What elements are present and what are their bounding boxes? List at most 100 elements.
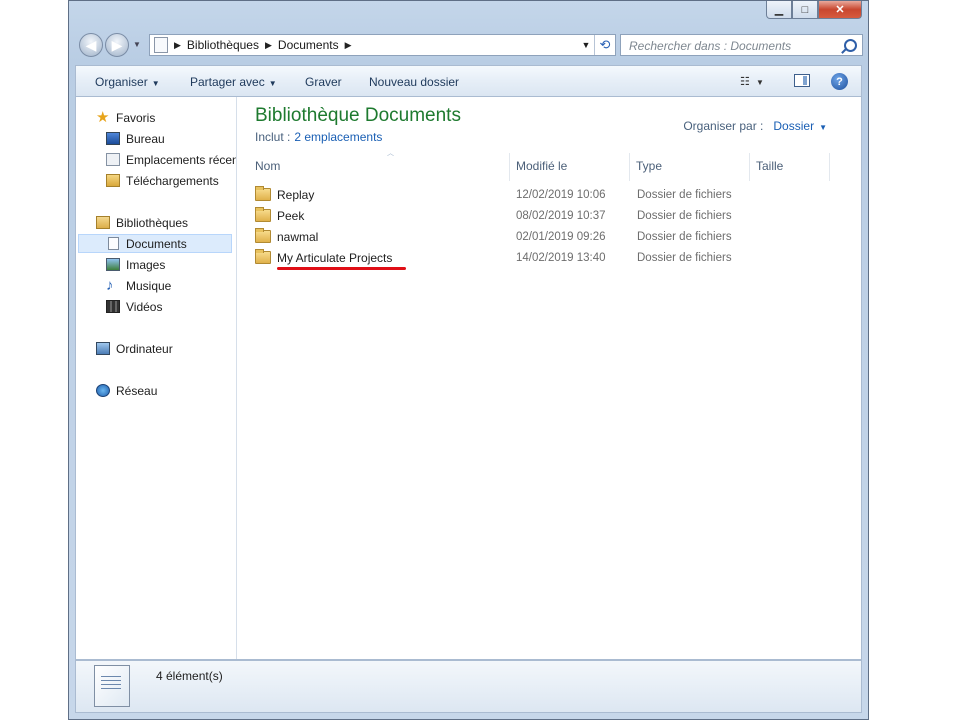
- new-folder-button[interactable]: Nouveau dossier: [369, 75, 459, 89]
- refresh-icon: ⟲: [599, 37, 611, 52]
- chevron-right-icon[interactable]: ▶: [345, 40, 352, 51]
- file-type: Dossier de fichiers: [637, 231, 732, 243]
- file-type: Dossier de fichiers: [637, 252, 732, 264]
- chevron-down-icon: ▼: [151, 79, 160, 88]
- sidebar-item-computer[interactable]: Ordinateur: [96, 339, 173, 358]
- sidebar-item-music[interactable]: ♪ Musique: [106, 276, 171, 295]
- sidebar-item-label: Images: [126, 257, 166, 272]
- recent-pages-dropdown[interactable]: ▼: [133, 40, 141, 49]
- sidebar-item-label: Emplacements récents: [126, 152, 237, 167]
- chevron-right-icon[interactable]: ▶: [265, 40, 272, 51]
- file-modified: 12/02/2019 10:06: [516, 189, 606, 201]
- file-modified: 08/02/2019 10:37: [516, 210, 606, 222]
- sort-ascending-icon: ︿: [387, 150, 394, 157]
- column-header-name[interactable]: ︿ Nom: [249, 150, 510, 181]
- share-label: Partager avec: [190, 75, 265, 89]
- column-header-label: Nom: [255, 159, 281, 173]
- arrow-right-icon: ▶: [111, 36, 123, 53]
- file-type: Dossier de fichiers: [637, 210, 732, 222]
- arrow-left-icon: ◀: [85, 36, 97, 53]
- folder-icon: [255, 207, 271, 222]
- refresh-button[interactable]: ⟲: [594, 35, 615, 55]
- sidebar-item-label: Documents: [126, 236, 187, 251]
- chevron-right-icon[interactable]: ▶: [174, 40, 181, 51]
- window-controls: ▁ □ ✕: [766, 1, 862, 19]
- includes-label: Inclut :: [255, 130, 291, 144]
- burn-button[interactable]: Graver: [305, 75, 342, 89]
- file-row[interactable]: nawmal 02/01/2019 09:26 Dossier de fichi…: [249, 227, 749, 247]
- sidebar-item-favorites[interactable]: ★ Favoris: [96, 108, 155, 127]
- chevron-down-icon: ▼: [756, 78, 764, 87]
- recent-places-icon: [106, 153, 120, 166]
- sidebar-item-downloads[interactable]: Téléchargements: [106, 171, 219, 190]
- close-button[interactable]: ✕: [818, 1, 862, 19]
- sidebar-item-desktop[interactable]: Bureau: [106, 129, 165, 148]
- list-view-icon: ☷: [740, 76, 750, 88]
- document-icon: [108, 237, 119, 250]
- library-includes: Inclut :2 emplacements: [255, 130, 382, 144]
- sidebar-item-network[interactable]: Réseau: [96, 381, 157, 400]
- search-icon[interactable]: [844, 39, 857, 52]
- sidebar-item-documents[interactable]: Documents: [78, 234, 232, 253]
- sidebar-item-label: Bibliothèques: [116, 215, 189, 230]
- sidebar-item-recent-places[interactable]: Emplacements récents: [106, 150, 237, 169]
- minimize-button[interactable]: ▁: [766, 1, 792, 19]
- search-input[interactable]: Rechercher dans : Documents: [620, 34, 863, 56]
- sidebar-item-label: Favoris: [116, 110, 156, 125]
- music-note-icon: ♪: [106, 277, 114, 294]
- address-bar[interactable]: ▶ Bibliothèques ▶ Documents ▶ ▼ ⟲: [149, 34, 616, 56]
- computer-icon: [96, 342, 110, 355]
- sidebar-item-label: Musique: [126, 278, 172, 293]
- share-button[interactable]: Partager avec ▼: [190, 75, 277, 89]
- file-row[interactable]: Peek 08/02/2019 10:37 Dossier de fichier…: [249, 206, 749, 226]
- address-dropdown-button[interactable]: ▼: [578, 40, 594, 50]
- pictures-icon: [106, 258, 120, 271]
- organize-button[interactable]: Organiser ▼: [95, 75, 160, 89]
- sidebar-item-libraries[interactable]: Bibliothèques: [96, 213, 188, 232]
- sidebar-item-videos[interactable]: Vidéos: [106, 297, 162, 316]
- column-header-size[interactable]: Taille: [750, 153, 830, 181]
- arrange-by-label: Organiser par :: [683, 119, 764, 133]
- content-area: ★ Favoris Bureau Emplacements récents Té…: [75, 97, 862, 660]
- file-row[interactable]: Replay 12/02/2019 10:06 Dossier de fichi…: [249, 185, 749, 205]
- navigation-pane: ★ Favoris Bureau Emplacements récents Té…: [76, 97, 237, 659]
- sidebar-item-label: Ordinateur: [116, 341, 173, 356]
- maximize-button[interactable]: □: [792, 1, 818, 19]
- network-icon: [96, 384, 110, 397]
- chevron-down-icon[interactable]: ▼: [819, 123, 827, 132]
- preview-pane-button[interactable]: [794, 74, 810, 87]
- red-underline-annotation: [277, 267, 406, 270]
- command-bar: Organiser ▼ Partager avec ▼ Graver Nouveau…: [75, 65, 862, 97]
- folder-icon: [255, 186, 271, 201]
- library-icon: [154, 37, 168, 53]
- breadcrumb-libraries[interactable]: Bibliothèques: [187, 38, 259, 52]
- includes-locations-link[interactable]: 2 emplacements: [294, 130, 382, 144]
- downloads-icon: [106, 174, 120, 187]
- help-button[interactable]: ?: [831, 73, 848, 90]
- file-list-pane: Bibliothèque Documents Inclut :2 emplace…: [237, 97, 861, 659]
- file-modified: 02/01/2019 09:26: [516, 231, 606, 243]
- star-icon: ★: [96, 109, 110, 126]
- navigation-bar: ◀ ▶ ▼ ▶ Bibliothèques ▶ Documents ▶ ▼ ⟲ …: [75, 31, 863, 59]
- view-options-button[interactable]: ☷ ▼: [740, 75, 764, 88]
- sidebar-item-images[interactable]: Images: [106, 255, 165, 274]
- breadcrumb-documents[interactable]: Documents: [278, 38, 339, 52]
- column-header-modified[interactable]: Modifié le: [510, 153, 630, 181]
- column-header-label: Type: [636, 159, 663, 173]
- libraries-icon: [96, 216, 110, 229]
- file-modified: 14/02/2019 13:40: [516, 252, 606, 264]
- film-icon: [106, 300, 120, 313]
- folder-icon: [255, 249, 271, 264]
- organize-label: Organiser: [95, 75, 148, 89]
- file-name: nawmal: [277, 230, 319, 244]
- forward-button[interactable]: ▶: [105, 33, 129, 57]
- search-placeholder: Rechercher dans : Documents: [629, 39, 792, 53]
- sidebar-item-label: Téléchargements: [126, 173, 219, 188]
- sidebar-item-label: Vidéos: [126, 299, 163, 314]
- column-header-type[interactable]: Type: [630, 153, 750, 181]
- file-row[interactable]: My Articulate Projects 14/02/2019 13:40 …: [249, 248, 749, 270]
- column-header-label: Taille: [756, 159, 784, 173]
- arrange-by-dropdown[interactable]: Dossier: [773, 119, 814, 133]
- document-library-icon: [94, 665, 130, 707]
- back-button[interactable]: ◀: [79, 33, 103, 57]
